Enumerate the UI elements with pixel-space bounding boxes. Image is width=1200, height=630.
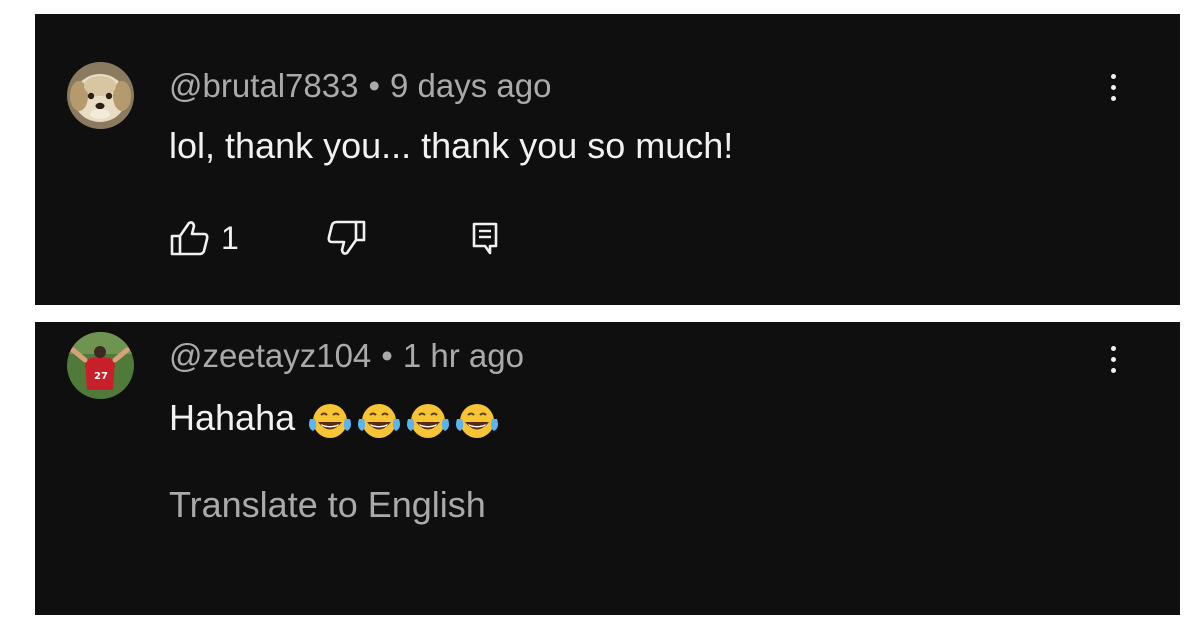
comment-meta: @brutal7833 • 9 days ago: [169, 69, 552, 102]
emoji-row: [307, 400, 503, 440]
more-actions-button[interactable]: [1101, 74, 1125, 114]
comment-card: 27 @zeetayz104 • 1 hr ago Hahaha Transla…: [35, 322, 1180, 615]
reply-button[interactable]: [469, 219, 501, 262]
author-name[interactable]: @brutal7833: [169, 67, 358, 104]
comment-meta: @zeetayz104 • 1 hr ago: [169, 339, 524, 372]
more-actions-button[interactable]: [1101, 346, 1125, 386]
more-vert-icon-dot: [1110, 85, 1116, 90]
more-vert-icon-dot: [1110, 357, 1116, 362]
like-count: 1: [221, 220, 239, 256]
meta-separator: •: [368, 67, 381, 104]
avatar[interactable]: 27: [67, 332, 134, 399]
avatar[interactable]: [67, 62, 134, 129]
comment-card: @brutal7833 • 9 days ago lol, thank you...…: [35, 14, 1180, 305]
thumbs-down-icon: [327, 220, 366, 255]
translate-link[interactable]: Translate to English: [169, 487, 486, 523]
comment-text-content: Hahaha: [169, 397, 296, 438]
player-avatar-icon: 27: [67, 332, 134, 399]
comment-text: lol, thank you... thank you so much!: [169, 125, 734, 166]
tears-of-joy-emoji-icon: [456, 403, 499, 438]
author-name[interactable]: @zeetayz104: [169, 337, 371, 374]
meta-separator: •: [381, 337, 393, 374]
reply-icon: [472, 222, 498, 255]
thumbs-up-icon: [170, 221, 209, 256]
like-button[interactable]: [169, 219, 211, 262]
more-vert-icon-dot: [1110, 368, 1116, 373]
more-vert-icon-dot: [1110, 96, 1116, 101]
svg-text:27: 27: [94, 371, 108, 382]
puppy-avatar-icon: [67, 62, 134, 129]
dislike-button[interactable]: [325, 219, 367, 262]
tears-of-joy-emoji-icon: [358, 403, 401, 438]
more-vert-icon: [1110, 74, 1116, 79]
tears-of-joy-emoji-icon: [309, 403, 352, 438]
tears-of-joy-emoji-icon: [407, 403, 450, 438]
comment-text: Hahaha: [169, 400, 503, 441]
more-vert-icon: [1110, 346, 1116, 351]
comment-timestamp[interactable]: 9 days ago: [390, 67, 551, 104]
comment-timestamp[interactable]: 1 hr ago: [403, 337, 524, 374]
